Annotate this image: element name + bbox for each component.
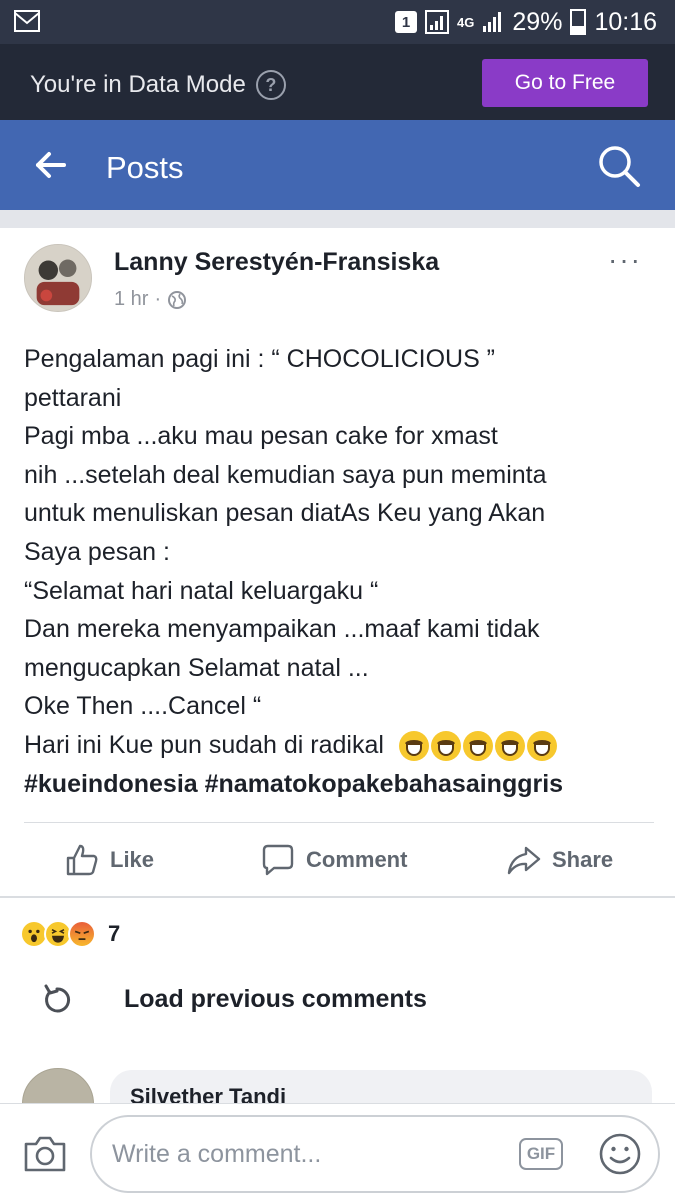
post-line-with-emoji: Hari ini Kue pun sudah di radikal [24,726,654,765]
emoji-picker-icon[interactable] [598,1132,642,1176]
comment-input[interactable] [90,1115,660,1193]
status-indicators: 1 4G 29% 10:16 [395,6,657,38]
grinning-emoji-icon [526,731,557,762]
comment-composer: GIF [0,1103,675,1200]
post-line: Oke Then ....Cancel “ [24,692,262,721]
data-mode-label: You're in Data Mode [30,71,246,98]
like-label: Like [110,847,155,872]
post-meta: 1 hr · [114,288,187,311]
post-author[interactable]: Lanny Serestyén-Fransiska [114,248,439,277]
comment-bubble-icon [262,844,294,876]
mail-notification-icon [14,10,40,32]
page-title: Posts [106,150,184,185]
go-to-free-button[interactable]: Go to Free [482,59,648,107]
laughing-emoji-row [398,731,557,762]
header-separator [0,210,675,228]
post-text: Pengalaman pagi ini : “ CHOCOLICIOUS ” p… [24,340,654,803]
battery-percent: 29% [512,7,563,36]
grinning-emoji-icon [494,731,525,762]
app-header: Posts [0,120,675,210]
post-line: “Selamat hari natal keluargaku “ [24,576,379,605]
share-button[interactable]: Share [506,842,613,878]
comment-button[interactable]: Comment [260,842,407,878]
angry-reaction-icon [68,920,96,948]
load-previous-comments[interactable]: Load previous comments [40,982,427,1016]
post-line: pettarani [24,383,122,412]
back-arrow-icon[interactable] [34,148,68,182]
camera-icon[interactable] [22,1134,68,1174]
network-type: 4G [457,14,475,30]
refresh-icon [44,984,71,1013]
post-actions: Like Comment Share [0,824,675,894]
post-timestamp[interactable]: 1 hr [114,288,148,311]
grinning-emoji-icon [462,731,493,762]
sim-badge: 1 [395,11,418,33]
share-label: Share [552,847,614,872]
cell-signal-icon [483,12,502,32]
clock: 10:16 [594,7,657,36]
post-line: mengucapkan Selamat natal ... [24,653,369,682]
section-divider [0,896,675,898]
post-line: nih ...setelah deal kemudian saya pun me… [24,460,547,489]
globe-icon [168,290,187,309]
comment-label: Comment [306,847,408,872]
thumbs-up-icon [66,844,98,876]
data-mode-banner: You're in Data Mode ? Go to Free [0,44,675,120]
data-mode-message: You're in Data Mode ? [30,70,286,100]
grinning-emoji-icon [398,731,429,762]
load-previous-label: Load previous comments [124,984,427,1013]
search-icon[interactable] [596,143,642,189]
post-card: Lanny Serestyén-Fransiska 1 hr · ··· Pen… [0,228,675,900]
help-icon[interactable]: ? [255,70,286,100]
meta-separator: · [154,288,162,310]
post-line: Pengalaman pagi ini : “ CHOCOLICIOUS ” [24,345,496,373]
signal-icon [425,10,450,34]
reaction-summary[interactable]: 7 [20,920,120,948]
share-arrow-icon [507,846,541,875]
post-hashtags[interactable]: #kueindonesia #namatokopakebahasainggris [24,765,654,804]
grinning-emoji-icon [430,731,461,762]
post-line: Pagi mba ...aku mau pesan cake for xmast [24,422,498,451]
post-line: Dan mereka menyampaikan ...maaf kami tid… [24,615,540,644]
gif-button[interactable]: GIF [519,1138,563,1170]
actions-divider [24,822,654,823]
post-line: untuk menuliskan pesan diatAs Keu yang A… [24,499,546,528]
author-avatar[interactable] [24,244,92,312]
battery-icon [570,9,587,35]
post-options-button[interactable]: ··· [608,244,642,276]
post-line: Hari ini Kue pun sudah di radikal [24,730,384,759]
post-line: Saya pesan : [24,537,170,566]
reaction-count: 7 [108,921,121,946]
status-bar: 1 4G 29% 10:16 [0,0,675,44]
like-button[interactable]: Like [64,842,154,878]
